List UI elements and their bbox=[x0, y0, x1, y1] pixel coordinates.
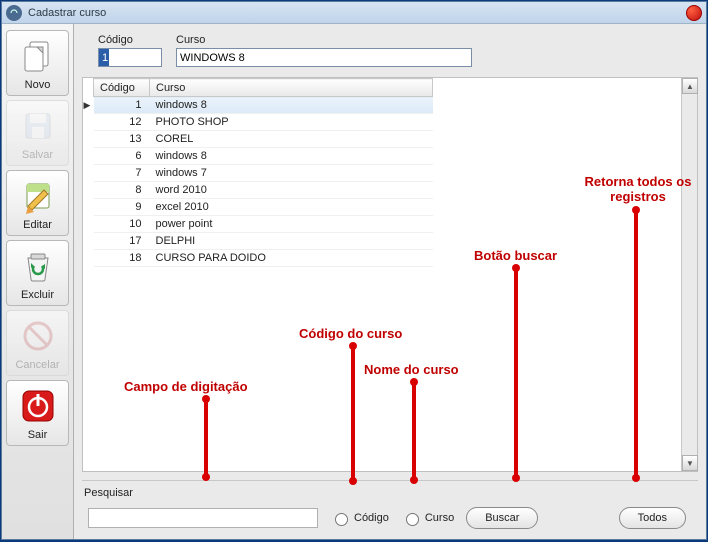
app-window: Cadastrar curso Novo bbox=[1, 1, 707, 540]
delete-recycle-icon bbox=[17, 245, 59, 287]
salvar-button: Salvar bbox=[6, 100, 69, 166]
save-icon bbox=[17, 105, 59, 147]
table-row[interactable]: 10power point bbox=[94, 216, 433, 233]
curso-label: Curso bbox=[176, 34, 472, 46]
table-row[interactable]: 18CURSO PARA DOIDO bbox=[94, 250, 433, 267]
cell-codigo: 13 bbox=[94, 131, 150, 148]
novo-label: Novo bbox=[25, 79, 51, 91]
courses-table: Código Curso 1windows 812PHOTO SHOP13COR… bbox=[93, 78, 433, 267]
excluir-label: Excluir bbox=[21, 289, 54, 301]
cell-codigo: 1 bbox=[94, 97, 150, 114]
cancelar-button: Cancelar bbox=[6, 310, 69, 376]
row-indicator-icon: ▶ bbox=[83, 97, 92, 114]
cancelar-label: Cancelar bbox=[15, 359, 59, 371]
main-panel: Código Curso ▶ Código Curso bbox=[74, 24, 706, 539]
sair-button[interactable]: Sair bbox=[6, 380, 69, 446]
window-title: Cadastrar curso bbox=[28, 7, 686, 19]
editar-button[interactable]: Editar bbox=[6, 170, 69, 236]
app-icon bbox=[6, 5, 22, 21]
radio-codigo-label[interactable]: Código bbox=[330, 510, 389, 526]
cell-codigo: 12 bbox=[94, 114, 150, 131]
todos-button[interactable]: Todos bbox=[619, 507, 686, 529]
curso-input[interactable] bbox=[176, 48, 472, 67]
cell-curso: DELPHI bbox=[150, 233, 433, 250]
cell-codigo: 7 bbox=[94, 165, 150, 182]
search-radio-group: Código Curso bbox=[330, 510, 454, 526]
radio-curso-label[interactable]: Curso bbox=[401, 510, 454, 526]
cell-codigo: 8 bbox=[94, 182, 150, 199]
table-row[interactable]: 12PHOTO SHOP bbox=[94, 114, 433, 131]
edit-icon bbox=[17, 175, 59, 217]
codigo-input[interactable] bbox=[98, 48, 162, 67]
table-row[interactable]: 9excel 2010 bbox=[94, 199, 433, 216]
editar-label: Editar bbox=[23, 219, 52, 231]
cell-curso: COREL bbox=[150, 131, 433, 148]
sidebar: Novo Salvar bbox=[2, 24, 74, 539]
cell-curso: PHOTO SHOP bbox=[150, 114, 433, 131]
table-row[interactable]: 6windows 8 bbox=[94, 148, 433, 165]
radio-codigo[interactable] bbox=[335, 513, 348, 526]
titlebar: Cadastrar curso bbox=[2, 2, 706, 24]
search-input[interactable] bbox=[88, 508, 318, 528]
excluir-button[interactable]: Excluir bbox=[6, 240, 69, 306]
cell-curso: power point bbox=[150, 216, 433, 233]
col-header-codigo[interactable]: Código bbox=[94, 79, 150, 97]
sair-label: Sair bbox=[28, 429, 48, 441]
novo-button[interactable]: Novo bbox=[6, 30, 69, 96]
table-row[interactable]: 7windows 7 bbox=[94, 165, 433, 182]
scroll-down-icon[interactable]: ▼ bbox=[682, 455, 698, 471]
new-document-icon bbox=[17, 35, 59, 77]
table-row[interactable]: 13COREL bbox=[94, 131, 433, 148]
cell-codigo: 10 bbox=[94, 216, 150, 233]
cell-codigo: 6 bbox=[94, 148, 150, 165]
radio-curso[interactable] bbox=[406, 513, 419, 526]
cell-codigo: 17 bbox=[94, 233, 150, 250]
cell-codigo: 18 bbox=[94, 250, 150, 267]
cell-curso: windows 8 bbox=[150, 97, 433, 114]
table-row[interactable]: 17DELPHI bbox=[94, 233, 433, 250]
pesquisar-label: Pesquisar bbox=[84, 487, 698, 499]
search-section: Pesquisar Código Curso Buscar Todos bbox=[82, 480, 698, 539]
cancel-icon bbox=[17, 315, 59, 357]
table-container: ▶ Código Curso 1windows 812PHOTO SHOP13C… bbox=[82, 77, 698, 472]
window-body: Novo Salvar bbox=[2, 24, 706, 539]
vertical-scrollbar[interactable]: ▲ ▼ bbox=[681, 78, 697, 471]
cell-curso: windows 7 bbox=[150, 165, 433, 182]
col-header-curso[interactable]: Curso bbox=[150, 79, 433, 97]
form-row: Código Curso bbox=[98, 34, 698, 67]
table-row[interactable]: 1windows 8 bbox=[94, 97, 433, 114]
scroll-up-icon[interactable]: ▲ bbox=[682, 78, 698, 94]
cell-curso: CURSO PARA DOIDO bbox=[150, 250, 433, 267]
power-icon bbox=[17, 385, 59, 427]
cell-curso: word 2010 bbox=[150, 182, 433, 199]
salvar-label: Salvar bbox=[22, 149, 53, 161]
cell-curso: windows 8 bbox=[150, 148, 433, 165]
table-area: ▶ Código Curso 1windows 812PHOTO SHOP13C… bbox=[83, 78, 681, 471]
table-row[interactable]: 8word 2010 bbox=[94, 182, 433, 199]
buscar-button[interactable]: Buscar bbox=[466, 507, 538, 529]
cell-codigo: 9 bbox=[94, 199, 150, 216]
codigo-label: Código bbox=[98, 34, 162, 46]
cell-curso: excel 2010 bbox=[150, 199, 433, 216]
close-icon[interactable] bbox=[686, 5, 702, 21]
